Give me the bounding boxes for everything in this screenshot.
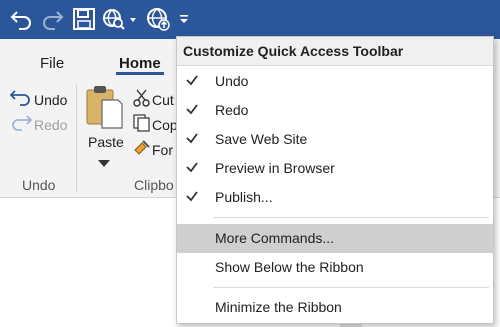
checkmark-icon	[186, 162, 198, 173]
customize-dropdown-icon[interactable]	[176, 4, 192, 34]
redo-icon[interactable]	[38, 4, 68, 34]
publish-icon[interactable]	[144, 4, 172, 34]
format-painter-label: For	[152, 141, 173, 158]
active-tab-indicator	[116, 72, 164, 75]
cut-label: Cut	[152, 91, 174, 108]
group-label-clipboard: Clipbo	[134, 177, 174, 193]
menu-separator	[213, 217, 489, 218]
menu-item-minimize-ribbon[interactable]: Minimize the Ribbon	[177, 293, 493, 322]
menu-item-preview-in-browser[interactable]: Preview in Browser	[177, 154, 493, 183]
menu-item-more-commands[interactable]: More Commands...	[177, 224, 493, 253]
menu-title: Customize Quick Access Toolbar	[183, 43, 404, 59]
menu-item-save-web-site[interactable]: Save Web Site	[177, 125, 493, 154]
paste-label[interactable]: Paste	[88, 134, 124, 150]
scissors-icon	[132, 88, 152, 111]
menu-item-label: Preview in Browser	[215, 160, 335, 176]
copy-label: Cop	[152, 116, 178, 133]
preview-in-browser-icon[interactable]	[100, 4, 138, 34]
ribbon-redo-label: Redo	[34, 116, 68, 133]
checkmark-icon	[186, 191, 198, 202]
chevron-down-icon[interactable]	[98, 155, 110, 173]
menu-item-publish[interactable]: Publish...	[177, 183, 493, 212]
ribbon-redo-button[interactable]: Redo	[8, 113, 67, 136]
menu-item-show-below-ribbon[interactable]: Show Below the Ribbon	[177, 253, 493, 282]
menu-separator	[213, 287, 489, 288]
undo-icon[interactable]	[6, 4, 36, 34]
tab-home[interactable]: Home	[119, 55, 161, 72]
save-icon[interactable]	[70, 4, 98, 34]
copy-icon	[132, 113, 152, 136]
ribbon-undo-button[interactable]: Undo	[8, 88, 67, 111]
redo-icon	[8, 113, 34, 136]
format-painter-button[interactable]: For	[132, 138, 173, 161]
menu-header: Customize Quick Access Toolbar	[177, 37, 493, 66]
menu-item-redo[interactable]: Redo	[177, 96, 493, 125]
customize-qat-menu: Customize Quick Access Toolbar Undo Redo…	[176, 36, 494, 324]
menu-item-label: Save Web Site	[215, 131, 308, 147]
copy-button[interactable]: Cop	[132, 113, 178, 136]
cut-button[interactable]: Cut	[132, 88, 174, 111]
checkmark-icon	[186, 75, 198, 86]
group-separator	[76, 84, 77, 192]
menu-item-label: Show Below the Ribbon	[215, 259, 364, 275]
title-bar	[0, 0, 500, 39]
menu-item-label: Minimize the Ribbon	[215, 299, 342, 315]
undo-icon	[8, 88, 34, 111]
checkmark-icon	[186, 133, 198, 144]
menu-item-label: Redo	[215, 102, 249, 118]
paste-icon[interactable]	[84, 84, 124, 132]
menu-item-label: More Commands...	[215, 230, 335, 246]
menu-item-undo[interactable]: Undo	[177, 67, 493, 96]
menu-item-label: Undo	[215, 73, 249, 89]
format-painter-icon	[132, 138, 152, 161]
checkmark-icon	[186, 104, 198, 115]
ribbon-undo-label: Undo	[34, 91, 68, 108]
group-label-undo: Undo	[22, 177, 56, 193]
menu-item-label: Publish...	[215, 189, 273, 205]
tab-file[interactable]: File	[40, 55, 64, 72]
